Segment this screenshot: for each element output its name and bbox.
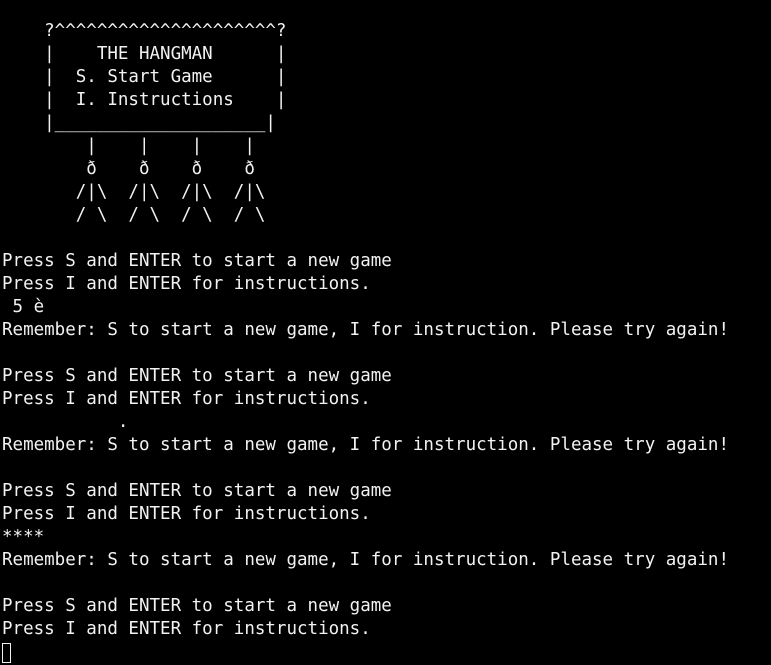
terminal-window[interactable]: ?^^^^^^^^^^^^^^^^^^^^^? | THE HANGMAN | …: [0, 0, 771, 665]
prompt-start: Press S and ENTER to start a new game: [2, 596, 392, 616]
prompt-instructions: Press I and ENTER for instructions.: [2, 619, 371, 639]
hangman-bodies: /|\ /|\ /|\ /|\: [2, 182, 266, 202]
input-line[interactable]: [2, 641, 771, 664]
user-input-line: 5 è: [2, 297, 45, 317]
prompt-instructions: Press I and ENTER for instructions.: [2, 389, 371, 409]
hangman-legs: / \ / \ / \ / \: [2, 205, 266, 225]
error-message: Remember: S to start a new game, I for i…: [2, 320, 729, 340]
menu-option-instructions: | I. Instructions |: [2, 90, 287, 110]
prompt-start: Press S and ENTER to start a new game: [2, 366, 392, 386]
banner-bottom-border: |____________________|: [2, 113, 276, 133]
user-input-line: ****: [2, 527, 45, 547]
banner-top-border: ?^^^^^^^^^^^^^^^^^^^^^?: [2, 21, 287, 41]
text-cursor[interactable]: [2, 643, 11, 663]
user-input-line: .: [2, 412, 129, 432]
prompt-instructions: Press I and ENTER for instructions.: [2, 274, 371, 294]
banner-title: | THE HANGMAN |: [2, 44, 287, 64]
error-message: Remember: S to start a new game, I for i…: [2, 435, 729, 455]
hangman-ropes: | | | |: [2, 136, 255, 156]
error-message: Remember: S to start a new game, I for i…: [2, 550, 729, 570]
prompt-start: Press S and ENTER to start a new game: [2, 251, 392, 271]
prompt-start: Press S and ENTER to start a new game: [2, 481, 392, 501]
menu-option-start: | S. Start Game |: [2, 67, 287, 87]
prompt-instructions: Press I and ENTER for instructions.: [2, 504, 371, 524]
hangman-heads: ð ð ð ð: [2, 159, 255, 179]
